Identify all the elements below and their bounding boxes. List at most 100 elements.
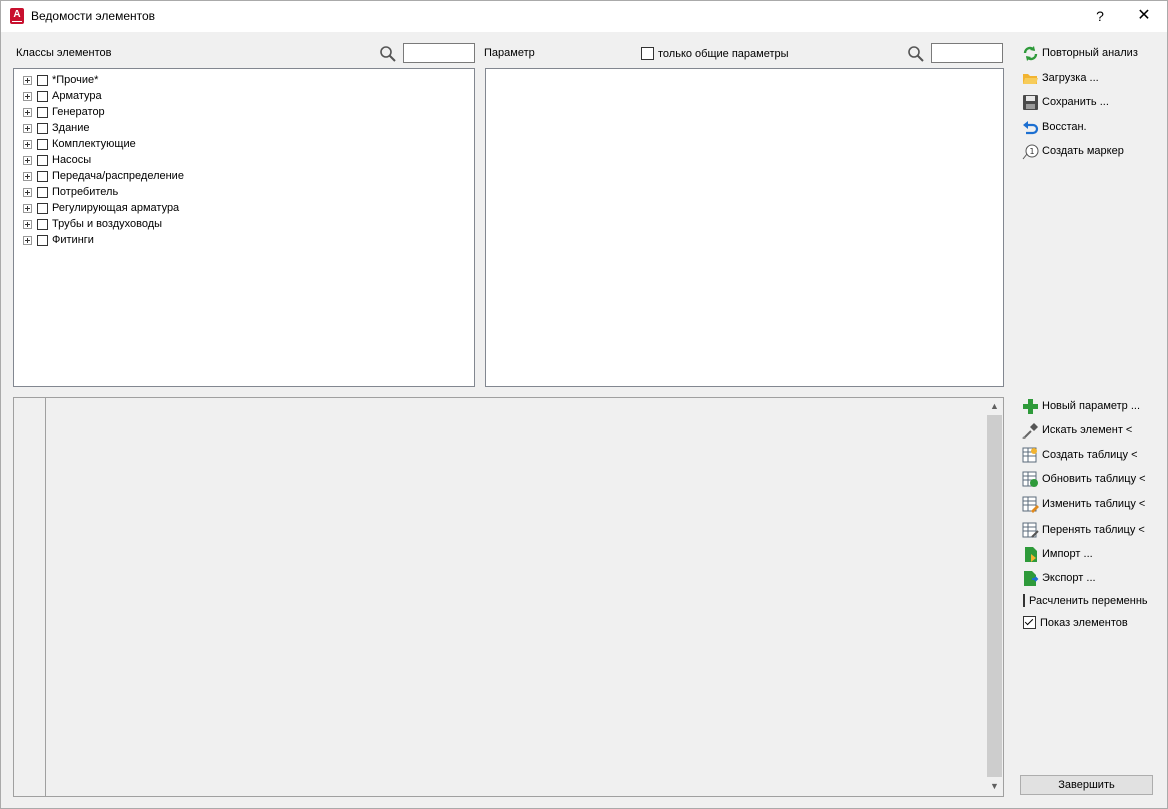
tree-item-label: Генератор <box>52 106 105 118</box>
expand-plus-icon[interactable] <box>23 187 32 197</box>
table-edit-action-button[interactable]: Изменить таблицу < <box>1022 494 1145 514</box>
classes-search-icon[interactable] <box>379 45 397 63</box>
tree-item[interactable]: Насосы <box>23 152 474 168</box>
tree-item[interactable]: Передача/распределение <box>23 168 474 184</box>
tree-item-label: Потребитель <box>52 186 119 198</box>
classes-search-input[interactable] <box>403 43 475 63</box>
undo-action-button[interactable]: Восстан. <box>1022 117 1087 137</box>
expand-plus-icon[interactable] <box>23 107 32 117</box>
expand-plus-icon[interactable] <box>23 75 32 85</box>
tree-item-label: Здание <box>52 122 90 134</box>
close-button[interactable]: ✕ <box>1133 6 1155 26</box>
action-label: Изменить таблицу < <box>1042 498 1146 510</box>
open-folder-icon <box>1023 73 1038 84</box>
tree-item-checkbox[interactable] <box>37 122 48 134</box>
params-search-input[interactable] <box>931 43 1003 63</box>
tree-item-checkbox[interactable] <box>37 74 48 86</box>
expand-plus-icon[interactable] <box>23 91 32 101</box>
vertical-scrollbar[interactable]: ▲ ▼ <box>986 398 1003 796</box>
tree-item-checkbox[interactable] <box>37 234 48 246</box>
expand-plus-icon[interactable] <box>23 203 32 213</box>
action-label: Повторный анализ <box>1042 47 1138 59</box>
grid-row-header <box>14 398 46 796</box>
scroll-down-icon[interactable]: ▼ <box>986 778 1003 795</box>
tree-item[interactable]: Трубы и воздуховоды <box>23 216 474 232</box>
action-label: Новый параметр ... <box>1042 400 1141 412</box>
table-create-action-button[interactable]: Создать таблицу < <box>1022 445 1138 465</box>
action-label: Создать таблицу < <box>1042 449 1138 461</box>
tree-item-checkbox[interactable] <box>37 170 48 182</box>
refresh-icon <box>1023 45 1038 61</box>
export-icon <box>1024 570 1039 586</box>
save-icon <box>1023 94 1038 110</box>
help-button[interactable]: ? <box>1089 6 1111 26</box>
export-action-button[interactable]: Экспорт ... <box>1022 568 1096 588</box>
expand-plus-icon[interactable] <box>23 235 32 245</box>
show-elements-option[interactable]: Показ элементов <box>1023 616 1128 629</box>
table-adopt-action-button[interactable]: Перенять таблицу < <box>1022 520 1145 540</box>
tree-item[interactable]: Здание <box>23 120 474 136</box>
tree-item-checkbox[interactable] <box>37 186 48 198</box>
action-label: Перенять таблицу < <box>1042 524 1145 536</box>
action-label: Искать элемент < <box>1042 424 1133 436</box>
explode-variables-option[interactable]: Расчленить переменные <box>1023 594 1147 607</box>
action-label: Сохранить ... <box>1042 96 1109 108</box>
table-refresh-action-button[interactable]: Обновить таблицу < <box>1022 469 1146 489</box>
tree-item-label: Регулирующая арматура <box>52 202 180 214</box>
action-label: Создать маркер <box>1042 145 1124 157</box>
tree-item[interactable]: Комплектующие <box>23 136 474 152</box>
tree-item-checkbox[interactable] <box>37 138 48 150</box>
only-common-params-checkbox[interactable]: только общие параметры <box>641 47 789 60</box>
action-label: Загрузка ... <box>1042 72 1099 84</box>
parameter-label: Параметр <box>484 47 535 59</box>
expand-plus-icon[interactable] <box>23 139 32 149</box>
classes-tree: *Прочие* Арматура Генератор Здание Комплекту… <box>13 68 475 387</box>
expand-plus-icon[interactable] <box>23 219 32 229</box>
tree-item-label: Фитинги <box>52 234 94 246</box>
dialog-window: A Ведомости элементов ? ✕ Классы элемент… <box>0 0 1168 809</box>
explode-variables-checkbox[interactable] <box>1023 594 1025 607</box>
expand-plus-icon[interactable] <box>23 123 32 133</box>
tree-item-label: Трубы и воздуховоды <box>52 218 163 230</box>
tree-item-checkbox[interactable] <box>37 154 48 166</box>
tree-item-checkbox[interactable] <box>37 106 48 118</box>
parameters-list[interactable] <box>485 68 1004 387</box>
tree-item-label: Комплектующие <box>52 138 136 150</box>
classes-label: Классы элементов <box>16 47 112 59</box>
tree-item[interactable]: Генератор <box>23 104 474 120</box>
params-search-icon[interactable] <box>907 45 925 63</box>
scroll-thumb[interactable] <box>987 415 1002 777</box>
open-folder-action-button[interactable]: Загрузка ... <box>1022 68 1099 88</box>
tree-item[interactable]: Фитинги <box>23 232 474 248</box>
show-elements-label: Показ элементов <box>1040 616 1128 629</box>
undo-icon <box>1023 120 1039 134</box>
autocad-app-icon: A <box>10 8 24 24</box>
tree-item[interactable]: Потребитель <box>23 184 474 200</box>
import-action-button[interactable]: Импорт ... <box>1022 544 1093 564</box>
tree-item-label: Насосы <box>52 154 92 166</box>
expand-plus-icon[interactable] <box>23 155 32 165</box>
tree-item-checkbox[interactable] <box>37 202 48 214</box>
pick-action-button[interactable]: Искать элемент < <box>1022 420 1132 440</box>
only-common-checkbox-box[interactable] <box>641 47 654 60</box>
tree-item[interactable]: *Прочие* <box>23 72 474 88</box>
tree-item-checkbox[interactable] <box>37 90 48 102</box>
save-action-button[interactable]: Сохранить ... <box>1022 92 1109 112</box>
tree-item-checkbox[interactable] <box>37 218 48 230</box>
schedule-grid[interactable]: ▲ ▼ <box>13 397 1004 797</box>
show-elements-checkbox[interactable] <box>1023 616 1036 629</box>
expand-plus-icon[interactable] <box>23 171 32 181</box>
plus-action-button[interactable]: Новый параметр ... <box>1022 396 1140 416</box>
explode-variables-label: Расчленить переменные <box>1029 594 1147 607</box>
tree-item[interactable]: Арматура <box>23 88 474 104</box>
tree-item-label: *Прочие* <box>52 74 99 86</box>
title-bar: A Ведомости элементов ? ✕ <box>1 1 1167 32</box>
marker-action-button[interactable]: 1 Создать маркер <box>1022 141 1124 161</box>
only-common-label: только общие параметры <box>658 47 789 60</box>
tree-item[interactable]: Регулирующая арматура <box>23 200 474 216</box>
window-title: Ведомости элементов <box>31 9 156 23</box>
tree-item-label: Передача/распределение <box>52 170 184 182</box>
refresh-action-button[interactable]: Повторный анализ <box>1022 43 1138 63</box>
finish-button[interactable]: Завершить <box>1020 775 1153 795</box>
scroll-up-icon[interactable]: ▲ <box>986 398 1003 415</box>
